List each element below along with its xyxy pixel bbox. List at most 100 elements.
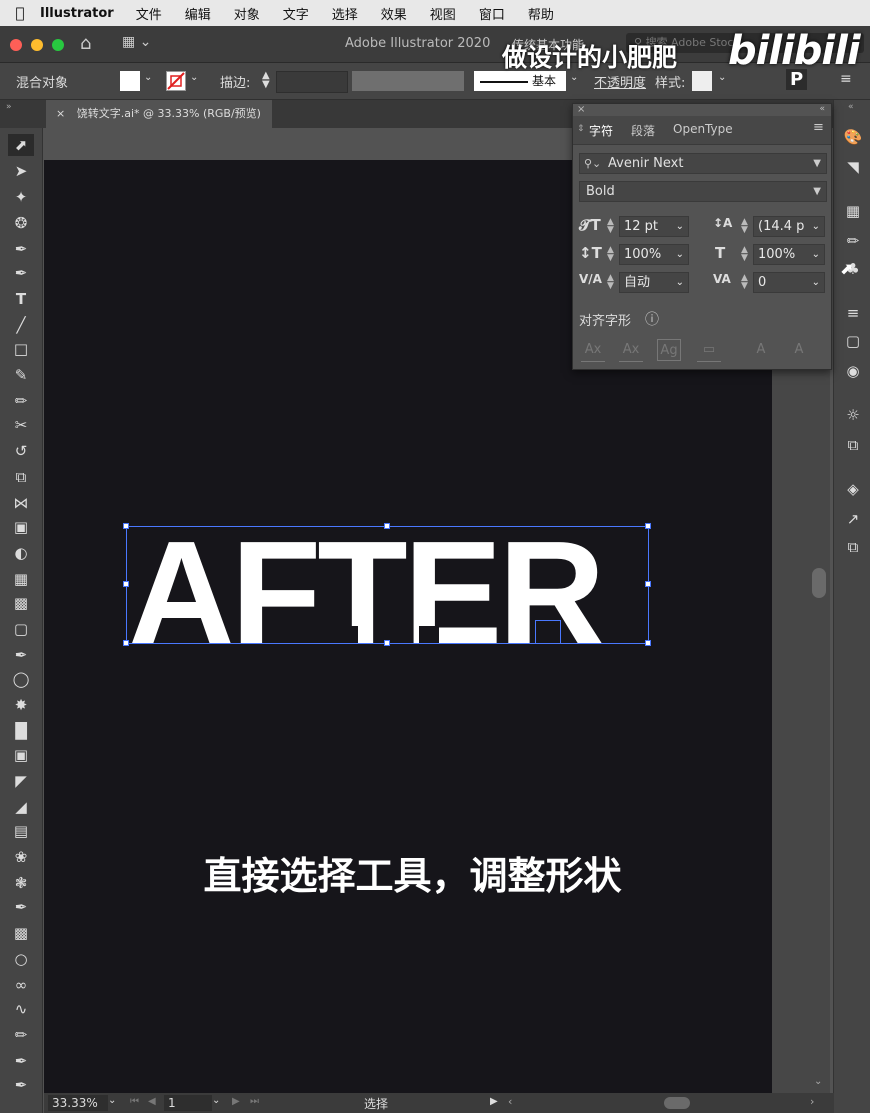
- pattern-tool-icon[interactable]: ▩: [8, 922, 34, 944]
- scissors-tool-icon[interactable]: ✂: [8, 414, 34, 436]
- pencil-tool-icon[interactable]: ✏: [8, 1024, 34, 1046]
- chevron-down-icon[interactable]: ⌄: [676, 245, 684, 264]
- leading-field[interactable]: (14.4 p ⌄: [753, 216, 825, 237]
- blend-tool-icon[interactable]: ◯: [8, 668, 34, 690]
- snap-anchor-point-button[interactable]: A: [787, 339, 811, 361]
- font-size-stepper[interactable]: ▲ ▼: [607, 218, 614, 235]
- vertical-scale-field[interactable]: 100% ⌄: [619, 244, 689, 265]
- document-tab[interactable]: × 饶转文字.ai* @ 33.33% (RGB/预览): [46, 100, 272, 128]
- type-tool-icon[interactable]: T: [8, 288, 34, 310]
- tab-paragraph[interactable]: 段落: [631, 122, 655, 139]
- menu-type[interactable]: 文字: [283, 4, 309, 23]
- tab-opentype[interactable]: OpenType: [673, 122, 733, 136]
- touch-type-tool-icon[interactable]: ✒: [8, 1050, 34, 1072]
- anchor-point-tool-icon[interactable]: ✒: [8, 1074, 34, 1096]
- free-transform-tool-icon[interactable]: ▣: [8, 516, 34, 538]
- font-size-field[interactable]: 12 pt ⌄: [619, 216, 689, 237]
- paintbrush-tool-icon[interactable]: ✎: [8, 364, 34, 386]
- collapse-dock-icon[interactable]: «: [848, 102, 854, 112]
- mesh-tool-icon[interactable]: ▩: [8, 592, 34, 614]
- eraser-tool-icon[interactable]: ◢: [8, 796, 34, 818]
- graphic-styles-icon[interactable]: ⧉: [842, 436, 864, 456]
- graphic-style-swatch[interactable]: [692, 71, 712, 91]
- panel-menu-icon[interactable]: ≡: [813, 120, 824, 135]
- tab-character[interactable]: 字符: [589, 122, 613, 139]
- ruler-tool-icon[interactable]: ▤: [8, 820, 34, 842]
- layers-icon[interactable]: ◈: [842, 480, 864, 500]
- bounding-box-handle[interactable]: [384, 640, 390, 646]
- variable-width-profile[interactable]: [352, 71, 464, 91]
- font-style-dropdown[interactable]: Bold ▼: [579, 181, 827, 202]
- artboard-tool-icon[interactable]: ▣: [8, 744, 34, 766]
- chevron-down-icon[interactable]: ⌄: [212, 1095, 220, 1106]
- chevron-down-icon[interactable]: ⌄: [144, 72, 152, 83]
- menu-select[interactable]: 选择: [332, 4, 358, 23]
- bounding-box-handle[interactable]: [645, 523, 651, 529]
- lasso-tool-icon[interactable]: ❂: [8, 212, 34, 234]
- fill-swatch[interactable]: [120, 71, 140, 91]
- gradient-panel-icon[interactable]: ▢: [842, 332, 864, 352]
- bounding-box-handle[interactable]: [123, 523, 129, 529]
- panel-options-toggle-icon[interactable]: ⇕: [577, 124, 585, 134]
- close-panel-icon[interactable]: ×: [577, 104, 585, 115]
- close-window-button[interactable]: [10, 39, 22, 51]
- kerning-stepper[interactable]: ▲ ▼: [607, 274, 614, 291]
- snap-glyph-bounds-button[interactable]: Ag: [657, 339, 681, 361]
- blend-shape-tool-icon[interactable]: ∞: [8, 974, 34, 996]
- selected-anchor-box[interactable]: [535, 620, 561, 644]
- font-family-dropdown[interactable]: ⚲⌄ Avenir Next ▼: [579, 153, 827, 174]
- bounding-box-handle[interactable]: [645, 640, 651, 646]
- curvature-tool-icon[interactable]: ✒: [8, 238, 34, 260]
- color-icon[interactable]: 🎨: [842, 128, 864, 148]
- chevron-down-icon[interactable]: ⌄: [812, 217, 820, 236]
- apple-icon[interactable]: : [0, 4, 40, 22]
- horizontal-scale-stepper[interactable]: ▲ ▼: [741, 246, 748, 263]
- artboard-number-field[interactable]: 1: [164, 1095, 212, 1111]
- stroke-panel-icon[interactable]: ≡: [842, 304, 864, 324]
- menu-view[interactable]: 视图: [430, 4, 456, 23]
- info-icon[interactable]: ⓘ: [645, 309, 659, 329]
- tracking-field[interactable]: 0 ⌄: [753, 272, 825, 293]
- rectangle-tool-icon[interactable]: □: [8, 338, 34, 360]
- stroke-weight-stepper[interactable]: ▲ ▼: [262, 71, 270, 90]
- snap-baseline-button[interactable]: Ax: [581, 339, 605, 362]
- stroke-weight-field[interactable]: [276, 71, 348, 93]
- chevron-down-icon[interactable]: ⌄: [812, 245, 820, 264]
- chevron-down-icon[interactable]: ⌄: [190, 72, 198, 83]
- bounding-box-handle[interactable]: [123, 581, 129, 587]
- bounding-box-handle[interactable]: [123, 640, 129, 646]
- minimize-window-button[interactable]: [31, 39, 43, 51]
- arrange-documents-icon[interactable]: ▦ ⌄: [122, 34, 151, 50]
- menu-edit[interactable]: 编辑: [185, 4, 211, 23]
- shape-builder-tool-icon[interactable]: ◐: [8, 542, 34, 564]
- rotate-tool-icon[interactable]: ↺: [8, 440, 34, 462]
- home-icon[interactable]: ⌂: [80, 33, 91, 54]
- stroke-swatch[interactable]: [166, 71, 186, 91]
- chevron-down-icon[interactable]: ⌄: [108, 1095, 116, 1106]
- slice-tool-icon[interactable]: ◤: [8, 770, 34, 792]
- artwork-text[interactable]: AFTER: [128, 520, 605, 668]
- smooth-tool-icon[interactable]: ∿: [8, 998, 34, 1020]
- snap-proximity-guides-button[interactable]: ▭: [697, 339, 721, 362]
- appearance-icon[interactable]: ☼: [842, 406, 864, 426]
- magic-wand-tool-icon[interactable]: ✦: [8, 186, 34, 208]
- chevron-down-icon[interactable]: ⌄: [676, 273, 684, 292]
- line-segment-tool-icon[interactable]: ╱: [8, 314, 34, 336]
- current-tool-status[interactable]: 选择: [364, 1095, 388, 1112]
- blob-brush-tool-icon[interactable]: ✏: [8, 390, 34, 412]
- next-artboard-icon[interactable]: ▶: [232, 1096, 240, 1107]
- gradient-tool-icon[interactable]: ▢: [8, 618, 34, 640]
- last-artboard-icon[interactable]: ⏭: [250, 1096, 259, 1107]
- pen-tool-icon[interactable]: ✒: [8, 262, 34, 284]
- first-artboard-icon[interactable]: ⏮: [130, 1096, 139, 1107]
- zoom-field[interactable]: 33.33%: [48, 1095, 108, 1111]
- zoom-window-button[interactable]: [52, 39, 64, 51]
- scroll-right-icon[interactable]: ›: [810, 1095, 814, 1108]
- width-tool-icon[interactable]: ⋈: [8, 492, 34, 514]
- chevron-down-icon[interactable]: ⌄: [718, 72, 726, 83]
- swatches-icon[interactable]: ▦: [842, 202, 864, 222]
- menu-help[interactable]: 帮助: [528, 4, 554, 23]
- opacity-label[interactable]: 不透明度: [594, 72, 646, 91]
- ellipse-tool-icon[interactable]: ○: [8, 948, 34, 970]
- column-graph-tool-icon[interactable]: █: [8, 720, 34, 742]
